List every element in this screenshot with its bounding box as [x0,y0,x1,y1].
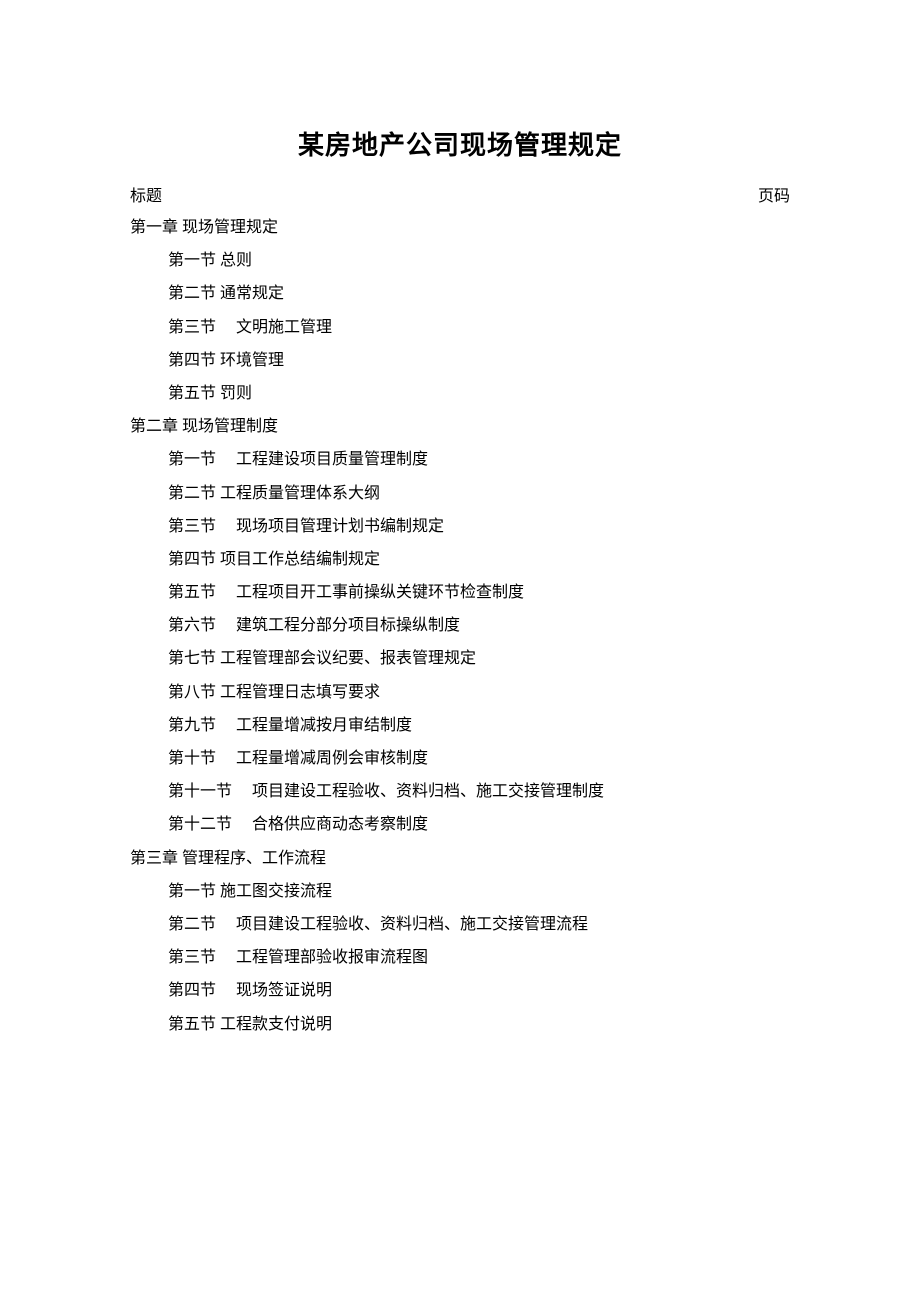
section-item: 第三节 工程管理部验收报审流程图 [130,944,790,971]
section-item: 第三节 文明施工管理 [130,314,790,341]
section-item: 第五节 罚则 [130,380,790,407]
section-item: 第一节 工程建设项目质量管理制度 [130,446,790,473]
section-item: 第一节 施工图交接流程 [130,878,790,905]
section-item: 第二节 通常规定 [130,280,790,307]
section-item: 第十节 工程量增减周例会审核制度 [130,745,790,772]
toc-body: 第一章 现场管理规定第一节 总则第二节 通常规定第三节 文明施工管理第四节 环境… [130,214,790,1038]
section-item: 第四节 现场签证说明 [130,977,790,1004]
header-left: 标题 [130,182,162,206]
section-item: 第五节 工程项目开工事前操纵关键环节检查制度 [130,579,790,606]
header-right: 页码 [758,182,790,206]
toc-header: 标题 页码 [130,182,790,206]
section-item: 第十一节 项目建设工程验收、资料归档、施工交接管理制度 [130,778,790,805]
chapter-heading: 第三章 管理程序、工作流程 [130,845,790,872]
section-item: 第八节 工程管理日志填写要求 [130,679,790,706]
section-item: 第一节 总则 [130,247,790,274]
section-item: 第七节 工程管理部会议纪要、报表管理规定 [130,645,790,672]
section-item: 第二节 项目建设工程验收、资料归档、施工交接管理流程 [130,911,790,938]
section-item: 第二节 工程质量管理体系大纲 [130,480,790,507]
section-item: 第三节 现场项目管理计划书编制规定 [130,513,790,540]
document-title: 某房地产公司现场管理规定 [130,125,790,162]
section-item: 第五节 工程款支付说明 [130,1011,790,1038]
chapter-heading: 第二章 现场管理制度 [130,413,790,440]
chapter-heading: 第一章 现场管理规定 [130,214,790,241]
section-item: 第九节 工程量增减按月审结制度 [130,712,790,739]
section-item: 第四节 环境管理 [130,347,790,374]
section-item: 第六节 建筑工程分部分项目标操纵制度 [130,612,790,639]
section-item: 第四节 项目工作总结编制规定 [130,546,790,573]
section-item: 第十二节 合格供应商动态考察制度 [130,811,790,838]
